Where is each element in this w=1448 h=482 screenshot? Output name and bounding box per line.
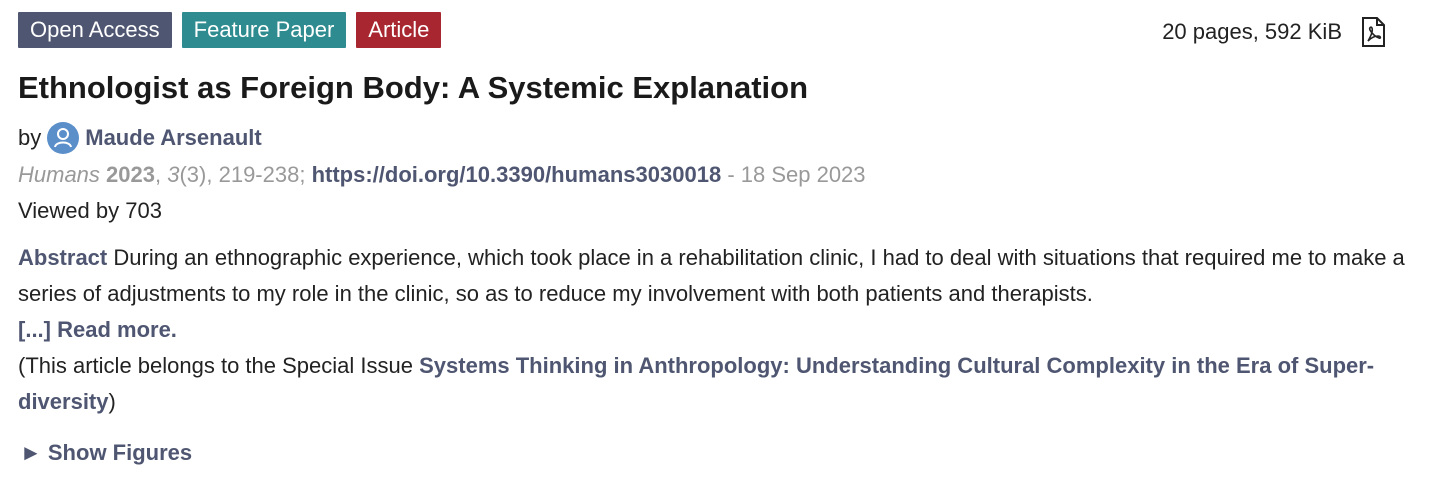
abstract-text: During an ethnographic experience, which… [18,245,1405,306]
special-issue-note: (This article belongs to the Special Iss… [18,348,1418,420]
citation-issue-pages: (3), 219-238; [179,162,306,187]
citation-line: Humans 2023, 3(3), 219-238; https://doi.… [18,162,866,187]
article-type-badge: Article [356,12,442,48]
abstract-block: Abstract During an ethnographic experien… [18,240,1418,348]
doi-link[interactable]: https://doi.org/10.3390/humans3030018 [312,162,722,187]
citation-year: 2023 [106,162,155,187]
feature-paper-badge[interactable]: Feature Paper [181,12,347,48]
author-link[interactable]: Maude Arsenault [85,125,261,151]
pdf-download: 20 pages, 592 KiB [1162,17,1386,47]
author-line: by Maude Arsenault [18,122,262,154]
article-title[interactable]: Ethnologist as Foreign Body: A Systemic … [18,70,1398,106]
pdf-info-text: 20 pages, 592 KiB [1162,19,1342,44]
publication-date: - 18 Sep 2023 [727,162,866,187]
special-issue-prefix: (This article belongs to the Special Iss… [18,353,413,378]
pdf-icon[interactable] [1360,17,1386,47]
show-figures-toggle[interactable]: ► Show Figures [20,440,192,466]
read-more-link[interactable]: [...] Read more. [18,312,177,348]
journal-name: Humans [18,162,100,187]
view-count: Viewed by 703 [18,198,162,223]
by-label: by [18,125,42,150]
special-issue-suffix: ) [108,389,116,414]
citation-volume: 3 [167,162,180,187]
abstract-label: Abstract [18,245,108,270]
open-access-badge[interactable]: Open Access [18,12,172,48]
author-avatar-icon [47,122,80,154]
